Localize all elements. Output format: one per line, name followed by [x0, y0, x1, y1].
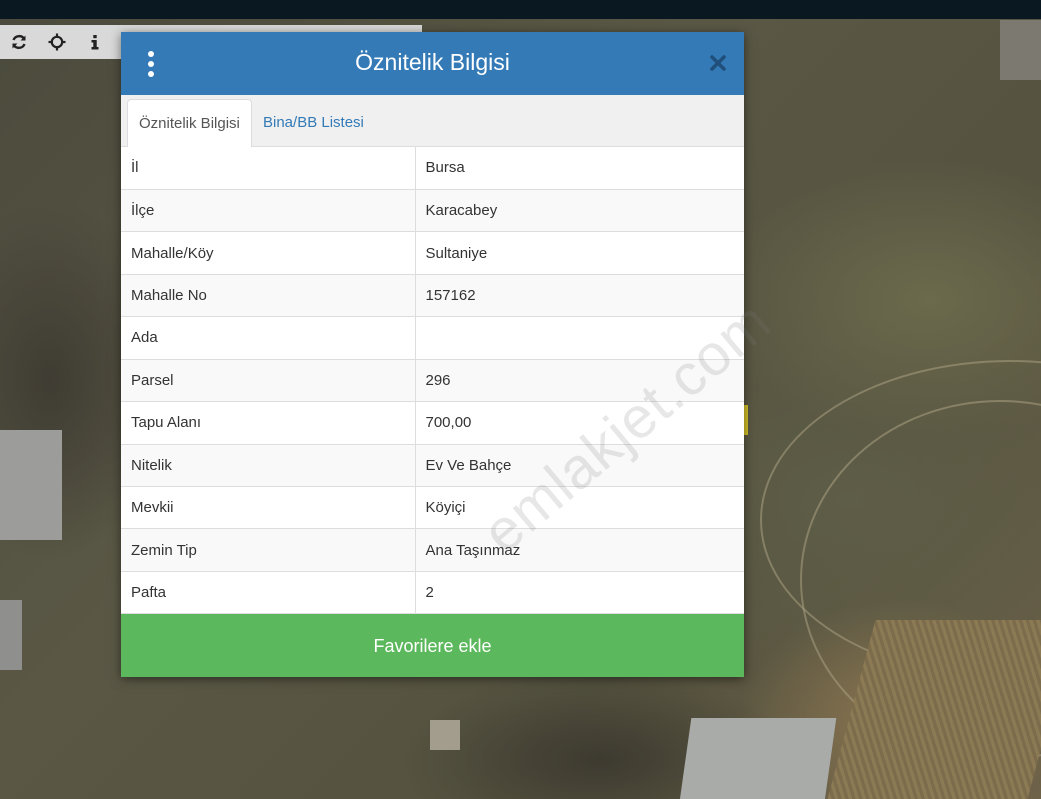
attribute-key: İlçe [121, 189, 416, 233]
attribute-key: İl [121, 147, 416, 190]
attribute-value: 296 [415, 359, 744, 403]
close-icon [710, 55, 726, 71]
table-row: Mevkii Köyiçi [121, 486, 744, 530]
attribute-value: 157162 [415, 274, 744, 318]
attribute-key: Mevkii [121, 486, 416, 530]
attribute-value [415, 316, 744, 360]
top-bar [0, 0, 1041, 19]
attribute-key: Tapu Alanı [121, 401, 416, 445]
table-row: Nitelik Ev Ve Bahçe [121, 444, 744, 488]
attribute-value: Karacabey [415, 189, 744, 233]
attribute-value: Bursa [415, 147, 744, 190]
attribute-value: 2 [415, 571, 744, 615]
map-building [1000, 20, 1041, 80]
map-building [678, 718, 837, 799]
info-icon [91, 35, 99, 50]
table-row: İlçe Karacabey [121, 189, 744, 233]
kebab-menu-icon[interactable] [143, 51, 159, 77]
table-row: İl Bursa [121, 147, 744, 190]
attribute-key: Pafta [121, 571, 416, 615]
table-row: Pafta 2 [121, 571, 744, 615]
map-building [0, 600, 22, 670]
attribute-key: Parsel [121, 359, 416, 403]
table-row: Mahalle/Köy Sultaniye [121, 231, 744, 275]
attribute-key: Zemin Tip [121, 528, 416, 572]
attribute-key: Nitelik [121, 444, 416, 488]
attribute-key: Mahalle/Köy [121, 231, 416, 275]
info-button[interactable] [76, 25, 114, 59]
attribute-value: Ana Taşınmaz [415, 528, 744, 572]
table-row: Parsel 296 [121, 359, 744, 403]
attribute-table: İl Bursa İlçe Karacabey Mahalle/Köy Sult… [121, 147, 744, 615]
attribute-value: Ev Ve Bahçe [415, 444, 744, 488]
close-button[interactable] [706, 51, 730, 75]
table-row: Mahalle No 157162 [121, 274, 744, 318]
tab-building-list[interactable]: Bina/BB Listesi [252, 99, 375, 147]
attribute-key: Ada [121, 316, 416, 360]
modal-header: Öznitelik Bilgisi [121, 32, 744, 95]
map-building [430, 720, 460, 750]
refresh-icon [12, 34, 26, 50]
modal-title: Öznitelik Bilgisi [355, 49, 510, 75]
tab-attribute-info[interactable]: Öznitelik Bilgisi [127, 99, 252, 148]
attribute-value: 700,00 [415, 401, 744, 445]
tab-bar: Öznitelik Bilgisi Bina/BB Listesi [121, 95, 744, 148]
locate-button[interactable] [38, 25, 76, 59]
attribute-value: Köyiçi [415, 486, 744, 530]
table-row: Ada [121, 316, 744, 360]
refresh-button[interactable] [0, 25, 38, 59]
table-row: Tapu Alanı 700,00 [121, 401, 744, 445]
table-row: Zemin Tip Ana Taşınmaz [121, 528, 744, 572]
crosshair-icon [48, 33, 66, 51]
add-to-favorites-button[interactable]: Favorilere ekle [121, 614, 744, 677]
attribute-value: Sultaniye [415, 231, 744, 275]
attribute-key: Mahalle No [121, 274, 416, 318]
map-building [0, 430, 62, 540]
attribute-info-modal: Öznitelik Bilgisi Öznitelik Bilgisi Bina… [121, 32, 783, 677]
